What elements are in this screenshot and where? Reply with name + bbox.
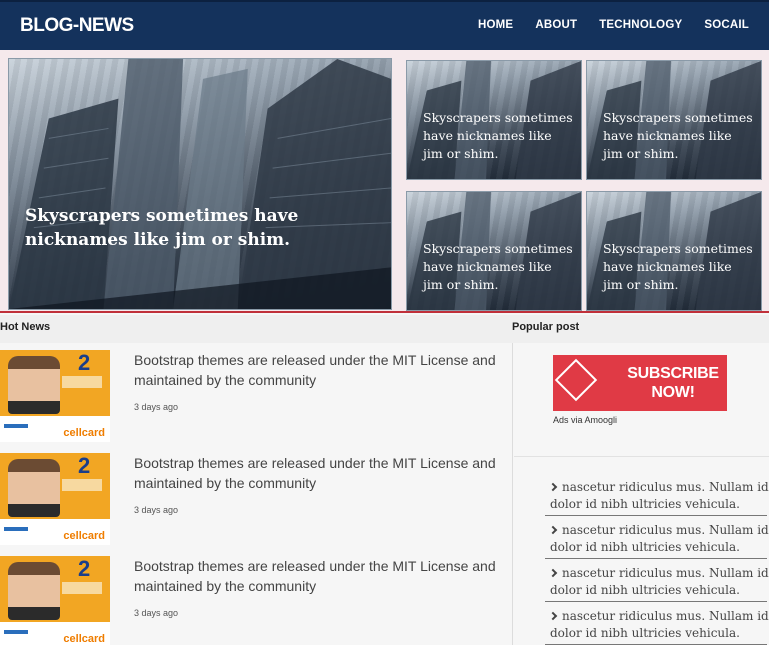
news-timestamp: 3 days ago (134, 505, 179, 515)
hero-tile-caption: Skyscrapers sometimes have nicknames lik… (603, 110, 753, 162)
chevron-right-icon (548, 525, 558, 535)
ad-attribution[interactable]: Ads via Amoogli (553, 415, 617, 425)
section-header-bar (0, 315, 769, 343)
hero-tile-caption: Skyscrapers sometimes have nicknames lik… (423, 241, 573, 293)
hot-news-heading: Hot News (0, 321, 51, 333)
brand-logo: cellcard (63, 530, 105, 542)
hero-main-caption: Skyscrapers sometimes have nicknames lik… (25, 205, 299, 251)
thumb-number: 2 (78, 350, 91, 375)
hero-tile[interactable]: Skyscrapers sometimes have nicknames lik… (586, 60, 762, 180)
column-divider (512, 343, 513, 645)
ad-logo-icon (554, 358, 598, 402)
news-thumbnail[interactable]: 2 cellcard (0, 453, 110, 545)
news-title[interactable]: Bootstrap themes are released under the … (134, 453, 509, 493)
brand-logo: cellcard (63, 633, 105, 645)
popular-post-text: nascetur ridiculus mus. Nullam id dolor … (550, 566, 769, 597)
news-thumbnail[interactable]: 2 cellcard (0, 556, 110, 645)
subscribe-ad-banner[interactable]: SUBSCRIBE NOW! (553, 355, 727, 411)
nav-home[interactable]: HOME (478, 19, 513, 31)
brand-logo: cellcard (63, 427, 105, 439)
thumb-number: 2 (78, 556, 91, 581)
nav-social[interactable]: SOCAIL (704, 19, 749, 31)
popular-post-item[interactable]: nascetur ridiculus mus. Nullam id dolor … (545, 603, 769, 645)
news-item[interactable]: 2 cellcard Bootstrap themes are released… (0, 453, 512, 548)
hero-main-article[interactable]: Skyscrapers sometimes have nicknames lik… (8, 58, 392, 310)
news-item[interactable]: 2 cellcard Bootstrap themes are released… (0, 350, 512, 445)
nav-technology[interactable]: TECHNOLOGY (599, 19, 682, 31)
nav-about[interactable]: ABOUT (535, 19, 577, 31)
news-title[interactable]: Bootstrap themes are released under the … (134, 556, 509, 596)
thumb-label (62, 582, 102, 594)
popular-post-heading: Popular post (512, 321, 580, 333)
hero-tile[interactable]: Skyscrapers sometimes have nicknames lik… (406, 60, 582, 180)
thumb-number: 2 (78, 453, 91, 478)
news-timestamp: 3 days ago (134, 402, 179, 412)
news-item[interactable]: 2 cellcard Bootstrap themes are released… (0, 556, 512, 645)
sidebar-divider (514, 456, 769, 457)
popular-post-text: nascetur ridiculus mus. Nullam id dolor … (550, 523, 769, 554)
thumb-bar (4, 527, 28, 531)
thumb-bar (4, 630, 28, 634)
news-thumbnail[interactable]: 2 cellcard (0, 350, 110, 442)
popular-post-item[interactable]: nascetur ridiculus mus. Nullam id dolor … (545, 560, 769, 602)
main-nav: HOME ABOUT TECHNOLOGY SOCAIL (478, 19, 749, 31)
popular-post-item[interactable]: nascetur ridiculus mus. Nullam id dolor … (545, 517, 769, 559)
hero-tile-caption: Skyscrapers sometimes have nicknames lik… (423, 110, 573, 162)
thumb-bar (4, 424, 28, 428)
hero-tile[interactable]: Skyscrapers sometimes have nicknames lik… (406, 191, 582, 311)
chevron-right-icon (548, 568, 558, 578)
person-image (8, 562, 60, 620)
top-navbar: BLOG-NEWS HOME ABOUT TECHNOLOGY SOCAIL (0, 0, 769, 50)
chevron-right-icon (548, 611, 558, 621)
hero-tile[interactable]: Skyscrapers sometimes have nicknames lik… (586, 191, 762, 311)
news-timestamp: 3 days ago (134, 608, 179, 618)
person-image (8, 356, 60, 414)
popular-post-text: nascetur ridiculus mus. Nullam id dolor … (550, 609, 769, 640)
person-image (8, 459, 60, 517)
popular-post-item[interactable]: nascetur ridiculus mus. Nullam id dolor … (545, 474, 769, 516)
ad-text: SUBSCRIBE NOW! (627, 365, 719, 401)
site-logo[interactable]: BLOG-NEWS (20, 15, 134, 37)
popular-post-text: nascetur ridiculus mus. Nullam id dolor … (550, 480, 769, 511)
news-title[interactable]: Bootstrap themes are released under the … (134, 350, 509, 390)
chevron-right-icon (548, 482, 558, 492)
hero-tile-caption: Skyscrapers sometimes have nicknames lik… (603, 241, 753, 293)
thumb-label (62, 376, 102, 388)
thumb-label (62, 479, 102, 491)
skyscraper-image-shapes (9, 59, 391, 309)
